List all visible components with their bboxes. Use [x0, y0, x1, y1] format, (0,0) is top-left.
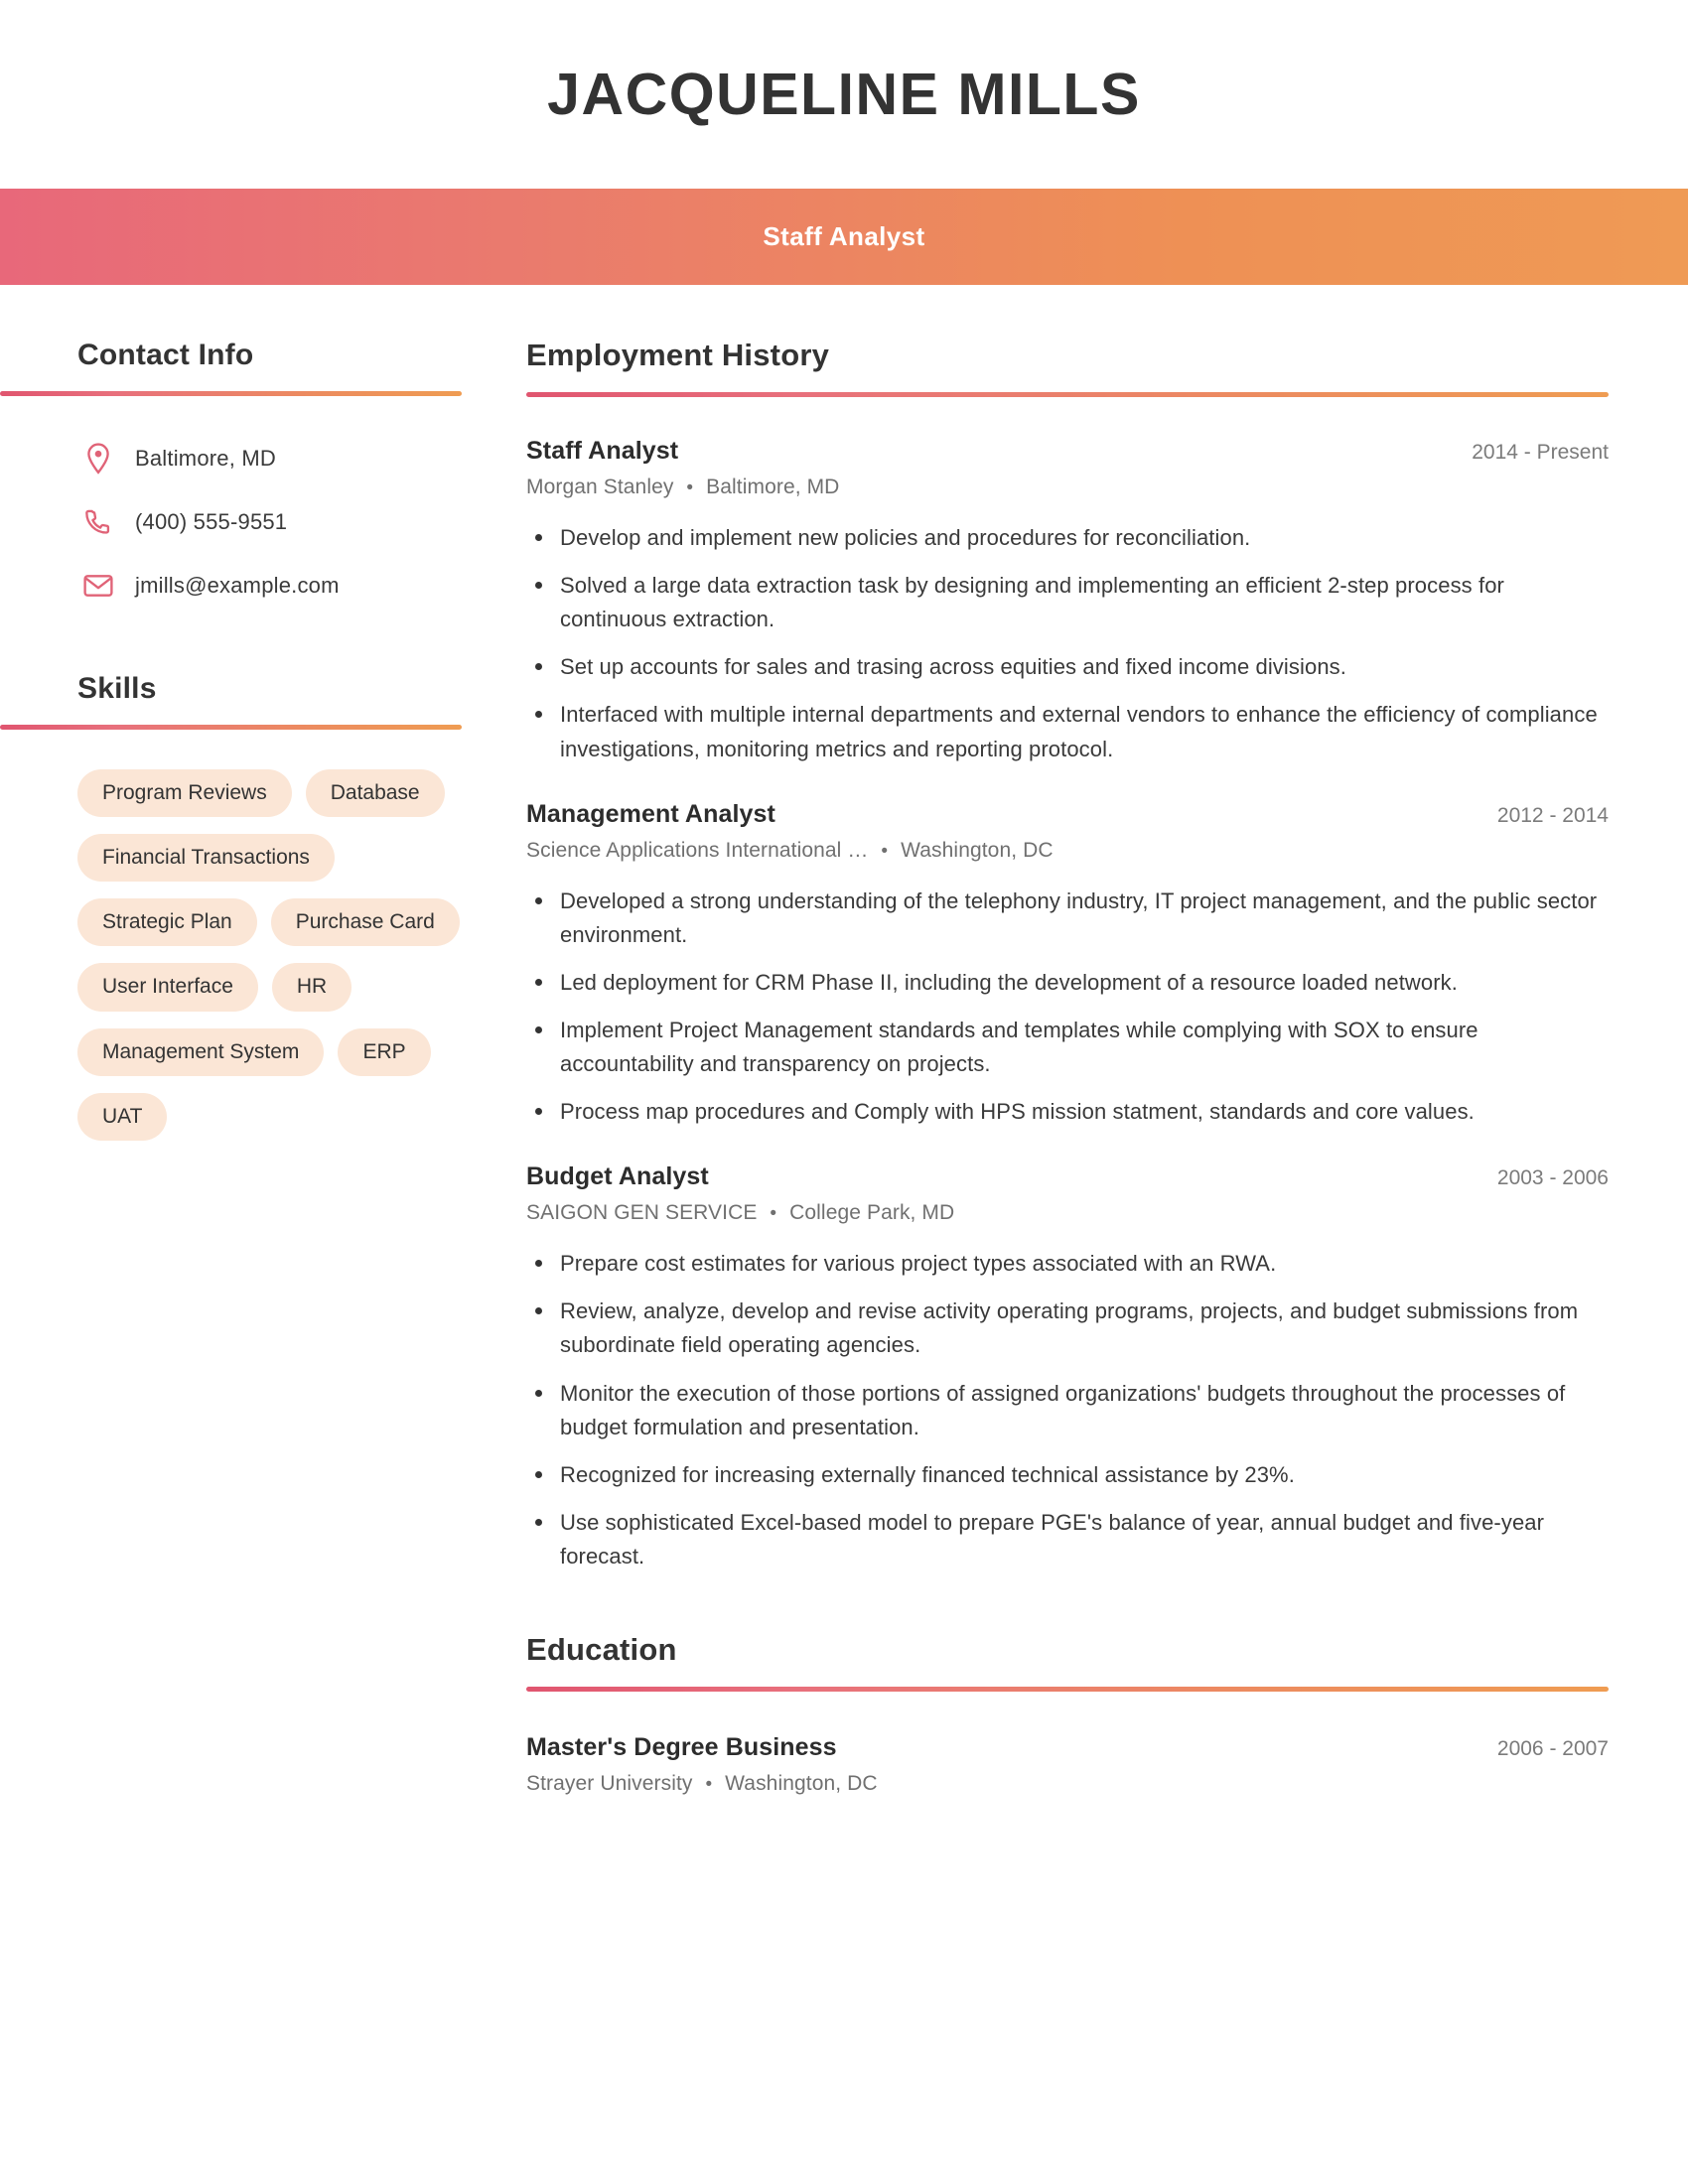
contact-item-email: jmills@example.com [77, 565, 465, 607]
skill-chip: Management System [77, 1027, 325, 1076]
employment-heading-divider [526, 392, 1609, 398]
skill-chip: Strategic Plan [77, 898, 257, 947]
entry-bullet-list: Develop and implement new policies and p… [526, 521, 1609, 766]
skills-section: Skills Program Reviews Database Financia… [0, 672, 465, 1141]
employment-history-heading: Employment History [526, 338, 830, 372]
skill-chip: Database [305, 769, 445, 818]
entry-bullet: Developed a strong understanding of the … [526, 885, 1609, 952]
entry-company-location: SAIGON GEN SERVICE • College Park, MD [526, 1201, 1609, 1225]
page-title: JACQUELINE MILLS [547, 61, 1141, 127]
contact-info-section: Contact Info Baltimore, MD (400) 555-955… [0, 339, 465, 607]
entry-header-row: Budget Analyst 2003 - 2006 [526, 1162, 1609, 1191]
entry-location: Baltimore, MD [706, 476, 840, 499]
entry-bullet: Solved a large data extraction task by d… [526, 569, 1609, 636]
employment-entry-list: Staff Analyst 2014 - Present Morgan Stan… [526, 437, 1609, 1573]
skills-heading: Skills [77, 672, 157, 705]
location-pin-icon [77, 443, 119, 475]
entry-header-row: Master's Degree Business 2006 - 2007 [526, 1733, 1609, 1762]
entry-header-row: Management Analyst 2012 - 2014 [526, 800, 1609, 829]
phone-icon [77, 508, 119, 536]
resume-header: JACQUELINE MILLS [0, 0, 1688, 189]
entry-date-range: 2014 - Present [1472, 441, 1609, 465]
entry-location: Washington, DC [725, 1772, 878, 1796]
entry-date-range: 2006 - 2007 [1496, 1737, 1609, 1761]
skill-chip: Purchase Card [270, 898, 460, 947]
bullet-separator-icon: • [705, 1774, 713, 1796]
entry-company-name: SAIGON GEN SERVICE [526, 1201, 758, 1225]
entry-company-name: Science Applications International … [526, 838, 869, 862]
employment-entry: Management Analyst 2012 - 2014 Science A… [526, 800, 1609, 1130]
education-school-name: Strayer University [526, 1772, 693, 1796]
entry-role-title: Budget Analyst [526, 1162, 709, 1191]
skill-chip: Program Reviews [77, 769, 292, 818]
entry-bullet: Process map procedures and Comply with H… [526, 1095, 1609, 1129]
job-title-text: Staff Analyst [763, 221, 925, 251]
entry-bullet: Review, analyze, develop and revise acti… [526, 1295, 1609, 1362]
skill-chip: ERP [338, 1027, 431, 1076]
contact-phone-text: (400) 555-9551 [135, 509, 288, 534]
contact-item-location: Baltimore, MD [77, 438, 465, 479]
entry-company-name: Morgan Stanley [526, 476, 674, 499]
entry-bullet: Interfaced with multiple internal depart… [526, 698, 1609, 765]
entry-bullet: Recognized for increasing externally fin… [526, 1458, 1609, 1492]
entry-date-range: 2003 - 2006 [1496, 1166, 1609, 1190]
resume-body: Contact Info Baltimore, MD (400) 555-955… [0, 285, 1688, 1830]
skill-chip: User Interface [77, 963, 258, 1012]
employment-entry: Staff Analyst 2014 - Present Morgan Stan… [526, 437, 1609, 766]
entry-role-title: Staff Analyst [526, 437, 679, 466]
entry-bullet-list: Developed a strong understanding of the … [526, 885, 1609, 1130]
contact-list: Baltimore, MD (400) 555-9551 jmills@exam… [77, 438, 465, 607]
envelope-icon [77, 574, 119, 598]
entry-header-row: Staff Analyst 2014 - Present [526, 437, 1609, 466]
main-content: Employment History Staff Analyst 2014 - … [526, 338, 1688, 1830]
employment-history-section: Employment History Staff Analyst 2014 - … [526, 338, 1609, 1573]
entry-location: Washington, DC [901, 838, 1054, 862]
contact-info-heading: Contact Info [77, 339, 254, 371]
entry-location: College Park, MD [789, 1201, 955, 1225]
job-title-banner: Staff Analyst [0, 189, 1688, 285]
entry-company-location: Science Applications International … • W… [526, 839, 1609, 863]
entry-company-location: Morgan Stanley • Baltimore, MD [526, 476, 1609, 499]
entry-bullet: Monitor the execution of those portions … [526, 1377, 1609, 1444]
entry-bullet: Use sophisticated Excel-based model to p… [526, 1506, 1609, 1573]
skills-heading-divider [0, 725, 462, 730]
education-school-location: Strayer University • Washington, DC [526, 1772, 1609, 1796]
education-degree-title: Master's Degree Business [526, 1733, 837, 1762]
contact-item-phone: (400) 555-9551 [77, 501, 465, 543]
entry-bullet: Led deployment for CRM Phase II, includi… [526, 966, 1609, 1000]
entry-bullet: Develop and implement new policies and p… [526, 521, 1609, 555]
skill-chip: Financial Transactions [77, 834, 335, 883]
contact-email-text: jmills@example.com [135, 573, 340, 598]
bullet-separator-icon: • [881, 840, 889, 862]
skill-chip: HR [271, 963, 352, 1012]
education-heading-divider [526, 1687, 1609, 1693]
education-entry-list: Master's Degree Business 2006 - 2007 Str… [526, 1733, 1609, 1796]
entry-role-title: Management Analyst [526, 799, 775, 828]
education-heading: Education [526, 1631, 677, 1667]
bullet-separator-icon: • [770, 1203, 777, 1225]
employment-entry: Budget Analyst 2003 - 2006 SAIGON GEN SE… [526, 1162, 1609, 1573]
skill-chip: UAT [77, 1092, 168, 1141]
education-section: Education Master's Degree Business 2006 … [526, 1631, 1609, 1796]
entry-bullet-list: Prepare cost estimates for various proje… [526, 1247, 1609, 1573]
contact-heading-divider [0, 391, 462, 396]
bullet-separator-icon: • [686, 478, 694, 499]
skills-chip-list: Program Reviews Database Financial Trans… [77, 769, 465, 1141]
sidebar: Contact Info Baltimore, MD (400) 555-955… [0, 339, 526, 1141]
entry-date-range: 2012 - 2014 [1496, 803, 1609, 827]
education-entry: Master's Degree Business 2006 - 2007 Str… [526, 1733, 1609, 1796]
entry-bullet: Set up accounts for sales and trasing ac… [526, 650, 1609, 684]
entry-bullet: Prepare cost estimates for various proje… [526, 1247, 1609, 1281]
contact-location-text: Baltimore, MD [135, 446, 276, 471]
entry-bullet: Implement Project Management standards a… [526, 1014, 1609, 1081]
